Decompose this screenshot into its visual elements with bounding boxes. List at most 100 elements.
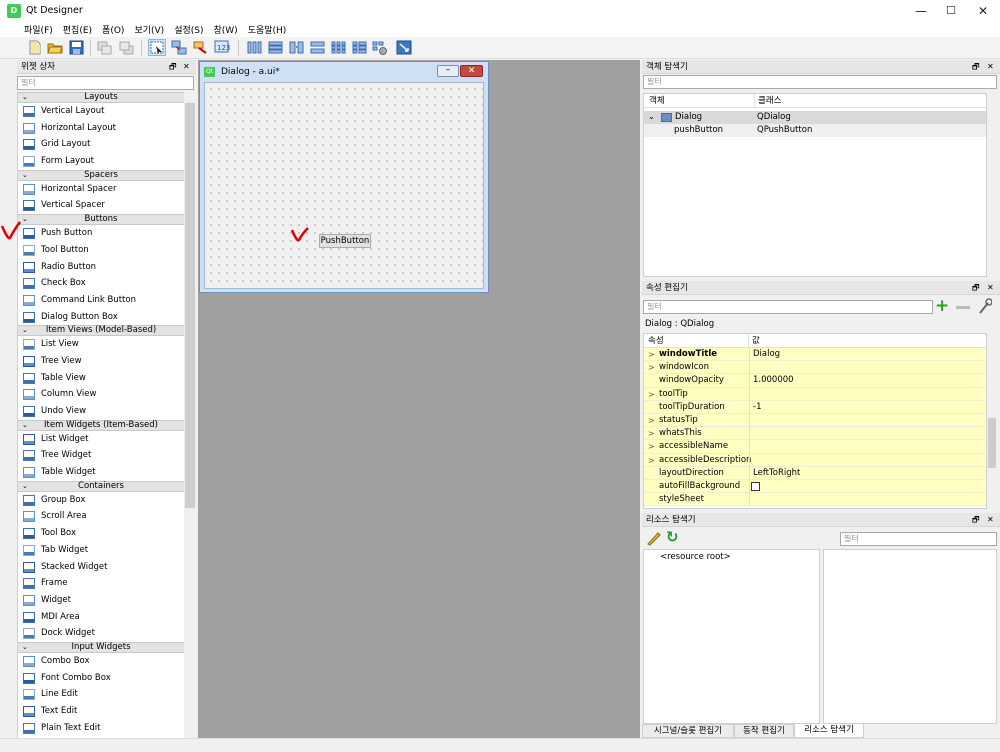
maximize-button[interactable]: ☐ [934,0,968,22]
tree-row-dialog[interactable]: ⌄ Dialog QDialog [644,111,986,124]
widget-box-filter[interactable]: 필터 [17,76,194,90]
resource-root[interactable]: <resource root> [660,552,731,562]
property-value[interactable] [749,414,753,427]
property-value[interactable]: LeftToRight [749,466,800,480]
minimize-button[interactable]: — [904,0,938,22]
category-header[interactable]: ⌄ Item Views (Model-Based) [18,325,184,337]
menu-window[interactable]: 창(W) [208,22,242,37]
form-close-button[interactable]: ✕ [460,65,483,77]
expand-chevron-icon[interactable]: > [648,388,655,401]
widget-item-vertical-spacer[interactable]: Vertical Spacer [18,197,184,214]
add-dynamic-property-icon[interactable]: + [935,298,951,315]
expand-chevron-icon[interactable]: > [648,348,655,361]
reload-icon[interactable]: ↻ [666,530,682,546]
save-icon[interactable] [67,39,85,56]
category-header[interactable]: ⌄ Layouts [18,92,184,103]
category-header[interactable]: ⌄ Buttons [18,214,184,226]
configure-wrench-icon[interactable] [978,298,993,315]
float-icon[interactable]: 🗗 [169,60,177,74]
property-value[interactable]: 1.000000 [749,374,794,388]
chevron-down-icon[interactable]: ⌄ [22,171,28,180]
widget-item-horizontal-spacer[interactable]: Horizontal Spacer [18,181,184,198]
float-icon[interactable]: 🗗 [972,281,980,295]
object-inspector-filter[interactable]: 필터 [643,75,997,89]
close-icon[interactable]: ✕ [987,513,994,527]
property-row-autofillbackground[interactable]: autoFillBackground [644,480,986,494]
menu-help[interactable]: 도움말(H) [243,22,292,37]
chevron-down-icon[interactable]: ⌄ [22,93,28,102]
close-button[interactable]: ✕ [966,0,1000,22]
expand-chevron-icon[interactable]: > [648,414,655,427]
widget-item-horizontal-layout[interactable]: Horizontal Layout [18,120,184,137]
property-value[interactable] [749,453,753,467]
object-tree-scrollbar[interactable] [987,93,997,277]
widget-item-form-layout[interactable]: Form Layout [18,153,184,170]
form-window[interactable]: Qt Dialog - a.ui* – ✕ PushButton [199,61,489,293]
property-row-windowopacity[interactable]: windowOpacity 1.000000 [644,374,986,388]
tab-resource-browser[interactable]: 리소스 탐색기 [794,724,864,738]
widget-item-column-view[interactable]: Column View [18,386,184,403]
category-header[interactable]: ⌄ Spacers [18,169,184,181]
widget-item-font-combo-box[interactable]: Font Combo Box [18,670,184,687]
widget-item-scroll-area[interactable]: Scroll Area [18,508,184,525]
widget-item-vertical-layout[interactable]: Vertical Layout [18,103,184,120]
category-header[interactable]: ⌄ Item Widgets (Item-Based) [18,419,184,431]
widget-item-stacked-widget[interactable]: Stacked Widget [18,559,184,576]
property-row-layoutdirection[interactable]: layoutDirection LeftToRight [644,466,986,480]
remove-dynamic-property-icon[interactable] [956,306,970,309]
expand-chevron-icon[interactable]: > [648,440,655,453]
chevron-down-icon[interactable]: ⌄ [22,643,28,652]
property-value[interactable] [749,361,753,375]
widget-item-mdi-area[interactable]: MDI Area [18,609,184,626]
chevron-down-icon[interactable]: ⌄ [22,421,28,430]
lay-out-vertical-splitter-icon[interactable] [308,39,326,56]
expand-chevron-icon[interactable]: > [648,454,655,467]
widget-item-tool-button[interactable]: Tool Button [18,242,184,259]
property-row-stylesheet[interactable]: styleSheet [644,493,986,507]
widget-item-widget[interactable]: Widget [18,592,184,609]
menu-view[interactable]: 보기(V) [129,22,169,37]
bring-to-front-icon[interactable] [118,39,136,56]
float-icon[interactable]: 🗗 [972,513,980,527]
close-icon[interactable]: ✕ [987,281,994,295]
lay-out-horizontally-icon[interactable] [245,39,263,56]
widget-item-table-widget[interactable]: Table Widget [18,464,184,481]
property-value[interactable]: Dialog [749,348,780,361]
chevron-down-icon[interactable]: ⌄ [22,326,28,335]
property-row-windowtitle[interactable]: > windowTitle Dialog [644,348,986,362]
widget-item-group-box[interactable]: Group Box [18,492,184,509]
lay-out-vertically-icon[interactable] [266,39,284,56]
property-value[interactable] [749,493,753,507]
widget-item-tree-view[interactable]: Tree View [18,353,184,370]
widget-item-text-edit[interactable]: Text Edit [18,703,184,720]
property-value[interactable] [749,427,753,441]
edit-tab-order-icon[interactable]: 123 [214,39,232,56]
widget-item-check-box[interactable]: Check Box [18,275,184,292]
tab-signal-slot-editor[interactable]: 시그널/슬롯 편집기 [642,724,734,738]
property-row-accessibledescription[interactable]: > accessibleDescription [644,453,986,467]
new-file-icon[interactable] [26,39,44,56]
checkbox[interactable] [751,482,760,491]
widget-item-plain-text-edit[interactable]: Plain Text Edit [18,720,184,737]
widget-item-radio-button[interactable]: Radio Button [18,259,184,276]
property-row-accessiblename[interactable]: > accessibleName [644,440,986,454]
close-icon[interactable]: ✕ [987,60,994,74]
edit-buddies-icon[interactable] [192,39,210,56]
expand-chevron-icon[interactable]: > [648,427,655,440]
lay-out-horizontal-splitter-icon[interactable] [287,39,305,56]
send-to-back-icon[interactable] [96,39,114,56]
form-canvas[interactable]: PushButton [204,82,484,289]
expand-chevron-icon[interactable]: ⌄ [648,111,655,124]
widget-item-line-edit[interactable]: Line Edit [18,686,184,703]
chevron-down-icon[interactable]: ⌄ [22,482,28,491]
widget-item-tool-box[interactable]: Tool Box [18,525,184,542]
float-icon[interactable]: 🗗 [972,60,980,74]
form-minimize-button[interactable]: – [437,65,459,77]
property-value[interactable]: -1 [749,400,761,414]
widget-item-undo-view[interactable]: Undo View [18,403,184,420]
property-row-tooltip[interactable]: > toolTip [644,387,986,401]
widget-item-dialog-button-box[interactable]: Dialog Button Box [18,309,184,326]
property-row-statustip[interactable]: > statusTip [644,414,986,428]
property-row-whatsthis[interactable]: > whatsThis [644,427,986,441]
widget-item-tab-widget[interactable]: Tab Widget [18,542,184,559]
